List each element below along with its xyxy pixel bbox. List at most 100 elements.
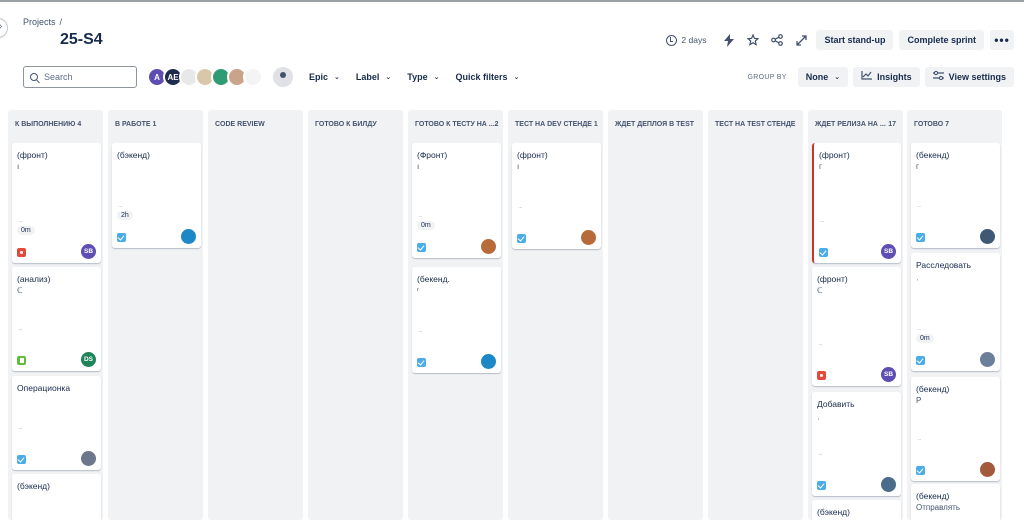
quick-filters[interactable]: Quick filters ⌄ — [456, 72, 520, 82]
redacted-text: ·- — [917, 437, 921, 443]
assignee-avatar[interactable] — [980, 462, 995, 477]
column-header: ЖДЕТ ДЕПЛОЯ В TEST — [608, 110, 703, 140]
card-summary: ˌ — [817, 411, 820, 420]
card-title: Операционка — [17, 383, 71, 393]
insights-button[interactable]: Insights — [853, 67, 920, 87]
time-estimate: 2h — [117, 211, 133, 220]
card-title: (бекенд) — [916, 491, 950, 501]
assignee-avatar[interactable]: DS — [81, 352, 96, 367]
column-header: ЖДЕТ РЕЛИЗА НА ... 17 — [808, 110, 903, 140]
board-column: ТЕСТ НА TEST СТЕНДЕ — [708, 110, 803, 520]
redacted-text: ·- — [917, 204, 921, 210]
share-icon[interactable] — [768, 31, 786, 49]
column-title: ТЕСТ НА TEST СТЕНДЕ — [715, 121, 796, 128]
issue-card[interactable]: (анализ) ℂ ·- DS — [12, 267, 101, 371]
column-title: В РАБОТЕ 1 — [115, 121, 157, 128]
task-type-icon — [916, 356, 925, 365]
complete-sprint-button[interactable]: Complete sprint — [899, 30, 984, 50]
board-column: ТЕСТ НА DEV СТЕНДЕ 1 (фронт) ı ·- — [508, 110, 603, 520]
assignee-avatar[interactable] — [81, 451, 96, 466]
issue-card[interactable]: (бэкенд) — [12, 474, 101, 520]
sidebar-toggle[interactable]: › — [0, 18, 8, 38]
issue-card[interactable]: (фронт) ı ·- — [512, 143, 601, 249]
board-column: ГОТОВО К ТЕСТУ НА ... 2 (Фронт) ı ·- 0m (бекен… — [408, 110, 503, 520]
board-column: ЖДЕТ РЕЛИЗА НА ... 17 (фронт) г ·- SB (фронт) ℂ… — [808, 110, 903, 520]
assignee-avatar[interactable] — [581, 230, 596, 245]
issue-card[interactable]: (бекенд) Р ·- — [911, 377, 1000, 481]
card-title: (фронт) — [817, 274, 848, 284]
epic-filter[interactable]: Epic ⌄ — [309, 72, 340, 82]
card-summary: Отправлять — [916, 503, 961, 512]
issue-card[interactable]: (фронт) ı ·- 0m SB — [12, 143, 101, 263]
issue-card[interactable]: (бекенд) г ·- — [911, 143, 1000, 248]
chevron-down-icon: ⌄ — [834, 74, 841, 81]
view-settings-button[interactable]: View settings — [924, 67, 1014, 87]
column-title: ГОТОВО К БИЛДУ — [315, 121, 377, 128]
card-title: (бэкенд) — [817, 507, 850, 517]
card-summary: ˌ — [916, 272, 919, 281]
card-summary: г — [819, 162, 822, 171]
issue-card[interactable]: (бекенд) Отправлять — [911, 484, 1000, 520]
lightning-icon[interactable] — [720, 31, 738, 49]
task-type-icon — [417, 243, 426, 252]
task-type-icon — [17, 455, 26, 464]
assignee-avatar[interactable] — [881, 477, 896, 492]
bug-type-icon — [817, 371, 826, 380]
card-summary: ı — [517, 162, 520, 171]
add-people-icon[interactable] — [273, 67, 293, 87]
search-placeholder: Search — [44, 72, 73, 82]
card-summary: ℂ — [17, 286, 23, 295]
assignee-avatar[interactable] — [481, 239, 496, 254]
assignee-avatar[interactable] — [481, 354, 496, 369]
expand-icon[interactable] — [792, 31, 810, 49]
sprint-days-remaining[interactable]: 2 days — [666, 34, 707, 46]
task-type-icon — [117, 233, 126, 242]
assignee-avatar[interactable]: SB — [881, 244, 896, 259]
assignee-avatar[interactable] — [980, 229, 995, 244]
more-actions-button[interactable]: ••• — [990, 30, 1014, 50]
breadcrumb-projects-link[interactable]: Projects — [23, 17, 56, 27]
redacted-text: ·- — [917, 327, 921, 333]
card-title: (анализ) — [17, 274, 51, 284]
epic-filter-label: Epic — [309, 72, 329, 82]
issue-card[interactable]: (бекенд. ʳ ·- — [412, 267, 501, 373]
issue-card[interactable]: Добавить ˌ ·- — [812, 392, 901, 496]
label-filter[interactable]: Label ⌄ — [356, 72, 391, 82]
column-title: ЖДЕТ РЕЛИЗА НА ... — [815, 121, 886, 128]
redacted-text: ·- — [118, 204, 122, 210]
time-estimate: 0m — [17, 226, 35, 235]
story-type-icon — [17, 356, 26, 365]
redacted-text: ·- — [818, 452, 822, 458]
assignee-avatar[interactable]: SB — [881, 367, 896, 382]
group-by-select[interactable]: None ⌄ — [797, 67, 849, 87]
star-icon[interactable] — [744, 31, 762, 49]
days-label: 2 days — [681, 35, 707, 45]
issue-card[interactable]: Операционка ·- — [12, 376, 101, 470]
column-header: ГОТОВО К ТЕСТУ НА ... 2 — [408, 110, 503, 140]
avatar-filter[interactable] — [243, 67, 263, 87]
issue-card[interactable]: (фронт) г ·- SB — [812, 143, 901, 263]
breadcrumb-separator: / — [59, 17, 63, 27]
board-column: CODE REVIEW — [208, 110, 303, 520]
assignee-avatar[interactable] — [980, 352, 995, 367]
type-filter[interactable]: Type ⌄ — [407, 72, 439, 82]
card-summary: ı — [417, 162, 420, 171]
card-title: (Фронт) — [417, 150, 448, 160]
card-title: (бекенд) — [916, 150, 950, 160]
column-header: ТЕСТ НА DEV СТЕНДЕ 1 — [508, 110, 603, 140]
assignee-avatar[interactable]: SB — [81, 244, 96, 259]
assignee-avatar[interactable] — [181, 229, 196, 244]
task-type-icon — [916, 233, 925, 242]
insights-label: Insights — [877, 72, 912, 82]
issue-card[interactable]: (Фронт) ı ·- 0m — [412, 143, 501, 258]
column-header: CODE REVIEW — [208, 110, 303, 140]
redacted-text: ·- — [820, 219, 824, 225]
issue-card[interactable]: (бэкенд) — [812, 500, 901, 520]
issue-card[interactable]: (фронт) ℂ ·- SB — [812, 267, 901, 386]
issue-card[interactable]: Расследовать ˌ ·- 0m — [911, 253, 1000, 371]
card-title: (бэкенд) — [117, 150, 150, 160]
search-input[interactable]: Search — [23, 66, 137, 88]
issue-card[interactable]: (бэкенд) ·- 2h — [112, 143, 201, 248]
chart-icon — [861, 71, 873, 83]
start-standup-button[interactable]: Start stand-up — [816, 30, 894, 50]
